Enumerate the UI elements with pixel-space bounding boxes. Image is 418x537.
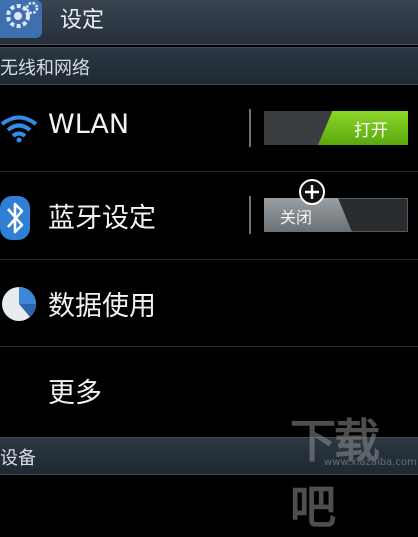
pie-chart-icon [2,287,37,321]
wifi-icon [0,115,38,143]
section-label-network: 无线和网络 [0,58,90,79]
page-title: 设定 [60,8,105,33]
settings-item-wlan[interactable]: WLAN 打开 [0,85,418,171]
bluetooth-label: 蓝牙设定 [48,203,156,234]
watermark-text: 下载吧 [290,414,380,534]
title-bar: 设定 [0,0,418,45]
bluetooth-icon [0,196,30,240]
settings-item-data-usage[interactable]: 数据使用 [0,260,418,346]
watermark-logo: 下载吧 www.xiazaiba.com [284,405,417,534]
separator [249,109,251,147]
watermark-url: www.xiazaiba.com [324,457,417,468]
touch-cursor-icon [299,179,325,205]
wlan-toggle[interactable]: 打开 [264,111,408,145]
bluetooth-toggle-label: 关闭 [280,208,313,227]
more-label: 更多 [48,378,102,409]
settings-item-bluetooth[interactable]: 蓝牙设定 关闭 [0,172,418,258]
wlan-toggle-label: 打开 [354,121,388,141]
gear-icon[interactable] [0,0,46,38]
section-header-network: 无线和网络 [0,47,418,85]
wlan-label: WLAN [48,109,130,140]
bluetooth-toggle[interactable]: 关闭 [264,198,408,232]
section-label-device: 设备 [0,448,36,469]
separator [249,196,251,234]
data-usage-label: 数据使用 [48,291,156,322]
